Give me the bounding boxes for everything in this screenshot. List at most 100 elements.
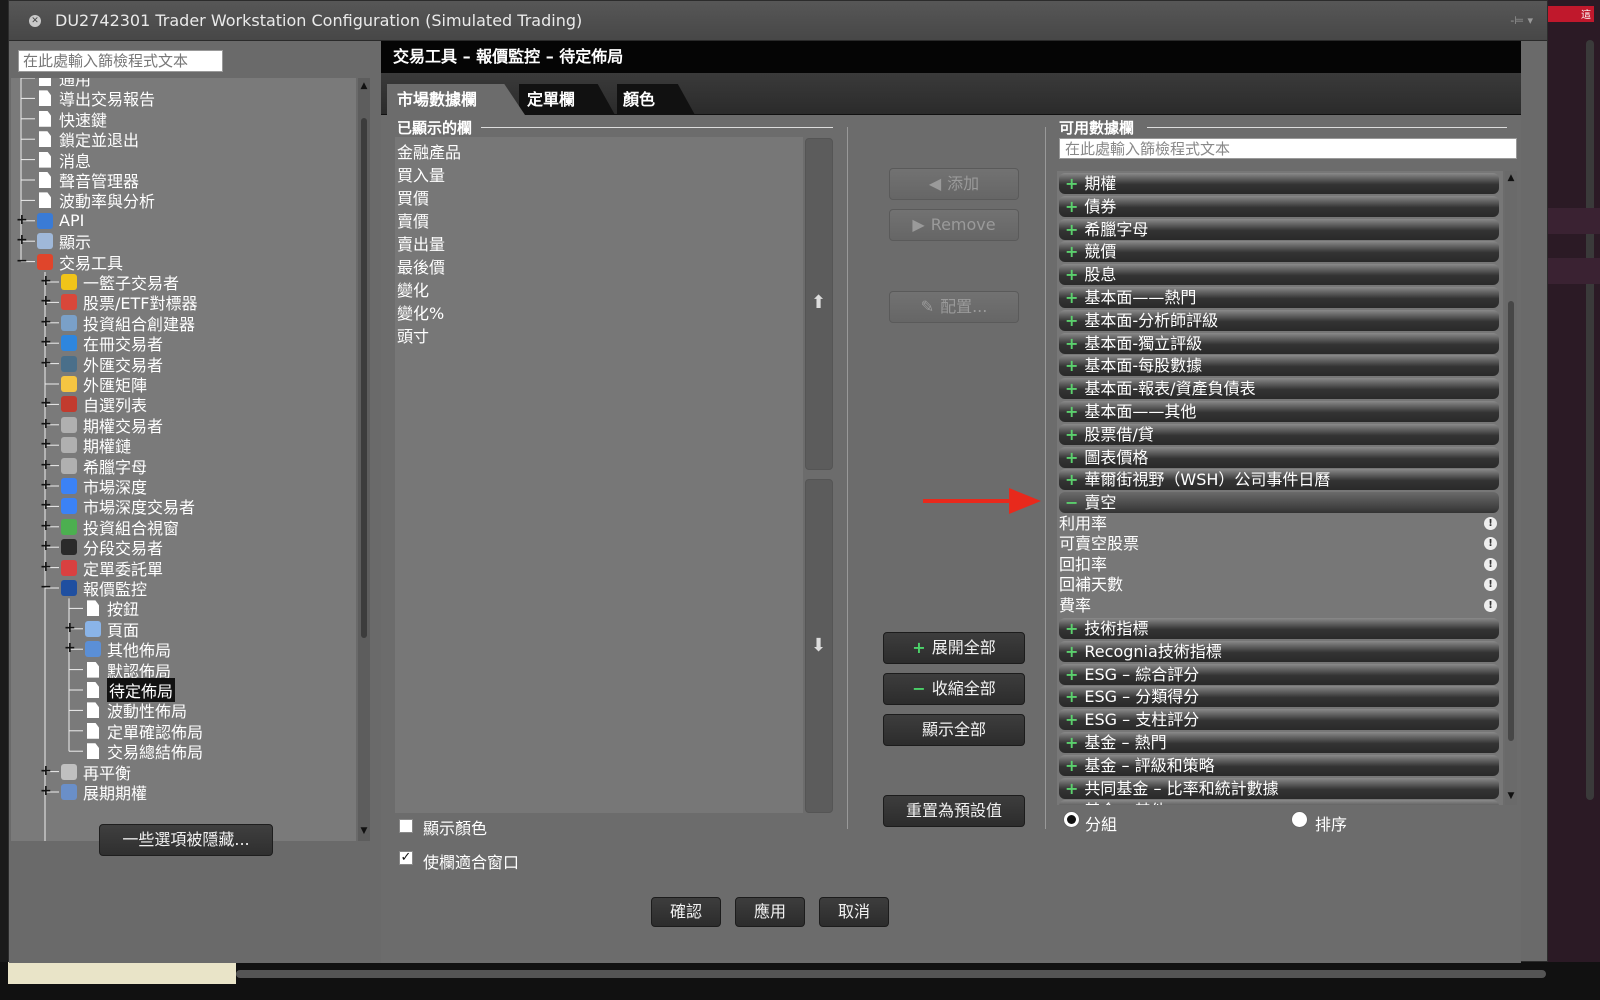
window-controls-icon[interactable]: -⊨ ▾: [1510, 14, 1533, 27]
info-icon[interactable]: !: [1484, 578, 1497, 592]
expand-icon[interactable]: +: [40, 784, 52, 798]
tree-item[interactable]: 外匯交易者: [61, 354, 163, 375]
category-row[interactable]: + ESG – 支柱評分: [1059, 709, 1499, 731]
hidden-options-button[interactable]: 一些選項被隱藏...: [99, 824, 273, 856]
group-radio[interactable]: [1063, 811, 1080, 828]
move-down-icon[interactable]: ⬇: [811, 635, 826, 656]
category-row[interactable]: + 華爾街視野（WSH）公司事件日曆: [1059, 469, 1499, 491]
category-row[interactable]: + 股票借/貸: [1059, 423, 1499, 445]
tree-item[interactable]: 投資組合視窗: [61, 517, 179, 538]
reset-default-button[interactable]: 重置為預設值: [883, 795, 1025, 827]
tree-item[interactable]: 待定佈局: [85, 678, 176, 702]
category-row[interactable]: + 基金 – 其他: [1059, 800, 1499, 805]
expand-icon[interactable]: +: [1065, 642, 1078, 661]
tree-item[interactable]: 定單確認佈局: [85, 721, 203, 742]
info-icon[interactable]: !: [1484, 598, 1497, 612]
tree-item[interactable]: 其他佈局: [85, 639, 171, 660]
tree-item[interactable]: 希臘字母: [61, 456, 147, 477]
available-filter-input[interactable]: 在此處輸入篩檢程式文本: [1059, 138, 1517, 159]
expand-icon[interactable]: +: [1065, 756, 1078, 775]
tree-item[interactable]: 波動性佈局: [85, 700, 187, 721]
expand-icon[interactable]: +: [40, 294, 52, 308]
expand-icon[interactable]: +: [64, 641, 76, 655]
expand-all-button[interactable]: + 展開全部: [883, 632, 1025, 664]
tree-item[interactable]: 再平衡: [61, 762, 131, 783]
expand-icon[interactable]: +: [1065, 687, 1078, 706]
expand-icon[interactable]: +: [1065, 801, 1078, 805]
tree-scrollbar-thumb[interactable]: [361, 118, 367, 638]
category-row[interactable]: + ESG – 綜合評分: [1059, 663, 1499, 685]
category-row[interactable]: + 圖表價格: [1059, 446, 1499, 468]
remove-button[interactable]: ▶ Remove: [889, 209, 1019, 241]
expand-icon[interactable]: +: [1065, 311, 1078, 330]
category-row[interactable]: + 期權: [1059, 173, 1499, 194]
displayed-column-item[interactable]: 最後價: [397, 254, 445, 278]
show-color-checkbox[interactable]: [399, 819, 413, 833]
expand-icon[interactable]: +: [1065, 288, 1078, 307]
tree-item[interactable]: 展期期權: [61, 782, 147, 803]
title-bar[interactable]: ✕ DU2742301 Trader Workstation Configura…: [9, 1, 1547, 41]
info-icon[interactable]: !: [1484, 557, 1497, 571]
expand-icon[interactable]: +: [64, 621, 76, 635]
displayed-column-item[interactable]: 賣出量: [397, 231, 445, 255]
tree-item[interactable]: 頁面: [85, 619, 139, 640]
apply-button[interactable]: 應用: [735, 897, 805, 927]
expand-icon[interactable]: +: [1065, 334, 1078, 353]
category-row[interactable]: + 基本面-分析師評級: [1059, 309, 1499, 331]
category-row[interactable]: + 基金 – 評級和策略: [1059, 754, 1499, 776]
tree-item[interactable]: 市場深度: [61, 476, 147, 497]
available-column-item[interactable]: 回扣率!: [1057, 555, 1499, 575]
expand-icon[interactable]: +: [16, 213, 28, 227]
category-row[interactable]: − 賣空: [1059, 492, 1499, 514]
tree-item[interactable]: 報價監控: [61, 578, 147, 599]
available-column-item[interactable]: 可賣空股票!: [1057, 534, 1499, 554]
tree-item[interactable]: 股票/ETF對標器: [61, 292, 197, 313]
expand-icon[interactable]: +: [40, 458, 52, 472]
available-column-item[interactable]: 利用率!: [1057, 514, 1499, 534]
tree-scrollbar[interactable]: ▲ ▼: [358, 78, 370, 841]
tree-item[interactable]: 一籃子交易者: [61, 272, 179, 293]
tree-item[interactable]: 投資組合創建器: [61, 313, 195, 334]
tree-item[interactable]: 按鈕: [85, 598, 139, 619]
tree-item[interactable]: 自選列表: [61, 394, 147, 415]
category-row[interactable]: + 共同基金 – 比率和統計數據: [1059, 777, 1499, 799]
expand-icon[interactable]: +: [1065, 448, 1078, 467]
scroll-up-icon[interactable]: ▲: [359, 81, 369, 91]
available-scrollbar[interactable]: ▲ ▼: [1505, 171, 1517, 805]
available-scrollbar-thumb[interactable]: [1508, 301, 1514, 741]
tree-item[interactable]: 在冊交易者: [61, 333, 163, 354]
expand-icon[interactable]: +: [40, 437, 52, 451]
add-button[interactable]: ◀ 添加: [889, 168, 1019, 200]
fit-window-checkbox[interactable]: ✓: [399, 851, 413, 865]
displayed-column-item[interactable]: 賣價: [397, 208, 429, 232]
displayed-column-item[interactable]: 變化%: [397, 300, 444, 324]
category-row[interactable]: + 股息: [1059, 264, 1499, 286]
tree-item[interactable]: 聲音管理器: [37, 170, 139, 191]
expand-icon[interactable]: +: [1065, 425, 1078, 444]
tree-item[interactable]: API: [37, 211, 84, 231]
expand-icon[interactable]: +: [40, 315, 52, 329]
expand-icon[interactable]: +: [1065, 402, 1078, 421]
tree-item[interactable]: 波動率與分析: [37, 190, 155, 211]
tree-item[interactable]: 鎖定並退出: [37, 129, 139, 150]
expand-icon[interactable]: +: [40, 560, 52, 574]
collapse-icon[interactable]: −: [16, 254, 28, 268]
configure-button[interactable]: ✎ 配置...: [889, 291, 1019, 323]
expand-icon[interactable]: +: [1065, 379, 1078, 398]
available-column-item[interactable]: 費率!: [1057, 596, 1499, 616]
expand-icon[interactable]: +: [40, 539, 52, 553]
scroll-up-icon[interactable]: ▲: [1506, 173, 1516, 183]
displayed-column-item[interactable]: 買價: [397, 185, 429, 209]
expand-icon[interactable]: +: [16, 233, 28, 247]
displayed-column-item[interactable]: 金融產品: [397, 139, 461, 163]
category-row[interactable]: + 基本面-獨立評級: [1059, 332, 1499, 354]
tab-market-data-columns[interactable]: 市場數據欄: [387, 84, 525, 115]
category-row[interactable]: + 基本面——熱門: [1059, 287, 1499, 308]
expand-icon[interactable]: +: [40, 519, 52, 533]
category-row[interactable]: + 基金 – 熱門: [1059, 732, 1499, 753]
category-row[interactable]: + 基本面-報表/資產負債表: [1059, 378, 1499, 400]
category-row[interactable]: + 基本面——其他: [1059, 401, 1499, 422]
tree-item[interactable]: 快速鍵: [37, 109, 107, 130]
displayed-column-item[interactable]: 變化: [397, 277, 429, 301]
info-icon[interactable]: !: [1484, 537, 1497, 551]
